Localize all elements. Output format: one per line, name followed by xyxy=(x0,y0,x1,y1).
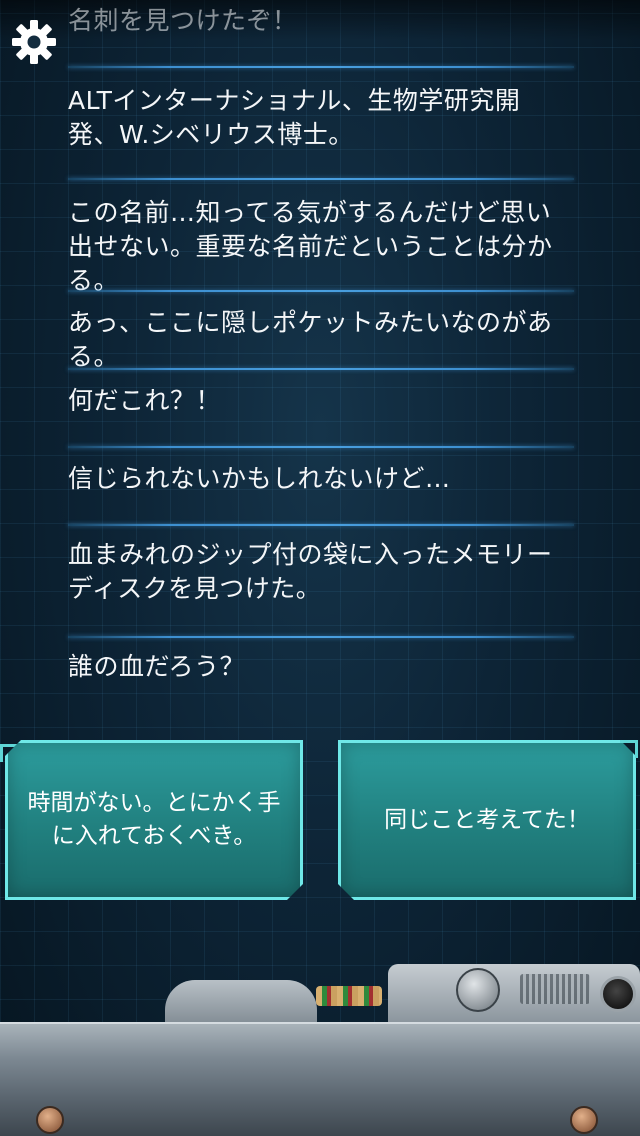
dial-icon xyxy=(456,968,500,1012)
settings-button[interactable] xyxy=(6,14,62,70)
separator xyxy=(68,66,574,68)
camera-lens-icon xyxy=(600,976,636,1012)
speaker-grille xyxy=(520,974,590,1004)
choice-left-label: 時間がない。とにかく手に入れておくべき。 xyxy=(27,790,281,849)
phone-device-frame xyxy=(0,960,640,1136)
message-7: 誰の血だろう？ xyxy=(68,652,246,681)
separator xyxy=(68,368,574,370)
separator xyxy=(68,636,574,638)
message-5: 信じられないかもしれないけど… xyxy=(68,464,451,493)
wires xyxy=(316,986,382,1006)
screw-icon xyxy=(570,1106,598,1134)
message-2: この名前…知ってる気がするんだけど思い出せない。重要な名前だということは分かる。 xyxy=(68,198,553,295)
message-3: あっ、ここに隠しポケットみたいなのがある。 xyxy=(68,308,553,371)
message-4: 何だこれ？！ xyxy=(68,386,222,415)
message-1: ALTインターナショナル、生物学研究開発、W.シベリウス博士。 xyxy=(68,86,521,149)
choice-button-left[interactable]: 時間がない。とにかく手に入れておくべき。 xyxy=(5,740,303,900)
message-6: 血まみれのジップ付の袋に入ったメモリーディスクを見つけた。 xyxy=(68,540,553,603)
message-0: 名刺を見つけたぞ！ xyxy=(68,6,298,35)
separator xyxy=(68,290,574,292)
separator xyxy=(68,446,574,448)
gear-icon xyxy=(12,20,56,64)
device-body xyxy=(0,1022,640,1136)
separator xyxy=(68,524,574,526)
choice-button-right[interactable]: 同じこと考えてた！ xyxy=(338,740,636,900)
choice-right-label: 同じこと考えてた！ xyxy=(384,806,590,833)
choice-frame-corner xyxy=(620,740,638,758)
screw-icon xyxy=(36,1106,64,1134)
separator xyxy=(68,178,574,180)
